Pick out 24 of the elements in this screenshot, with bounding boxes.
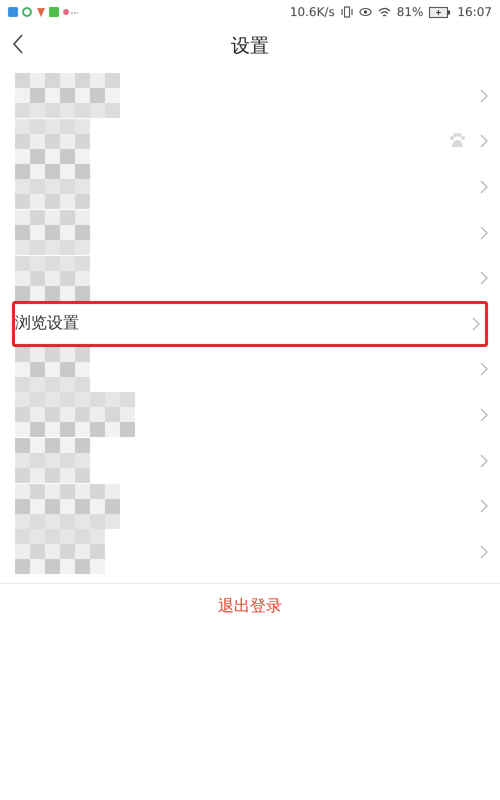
chevron-right-icon [480, 271, 488, 286]
chevron-right-icon [480, 544, 488, 559]
row-label: 浏览设置 [15, 313, 79, 334]
vibrate-icon [340, 6, 353, 18]
chevron-right-icon [480, 499, 488, 514]
notification-icons-drawing [8, 6, 78, 18]
battery-percent: 81% [396, 5, 424, 19]
eye-icon [358, 6, 372, 18]
chevron-right-icon [480, 226, 488, 240]
chevron-right-icon [480, 454, 488, 468]
logout-link[interactable]: 退出登录 [218, 596, 282, 617]
battery-icon [429, 6, 452, 18]
chevron-right-icon [480, 408, 488, 422]
chevron-right-icon [480, 88, 488, 103]
network-speed: 10.6K/s [290, 5, 335, 19]
wifi-icon [378, 6, 391, 18]
chevron-right-icon [480, 180, 488, 194]
chevron-right-icon [480, 134, 488, 148]
highlighted-settings-row[interactable]: 浏览设置 [12, 300, 488, 347]
chevron-right-icon [480, 362, 488, 376]
clock: 16:07 [457, 5, 492, 19]
chevron-right-icon [472, 316, 480, 331]
page-title: 设置 [231, 34, 269, 59]
back-icon[interactable] [12, 34, 24, 54]
